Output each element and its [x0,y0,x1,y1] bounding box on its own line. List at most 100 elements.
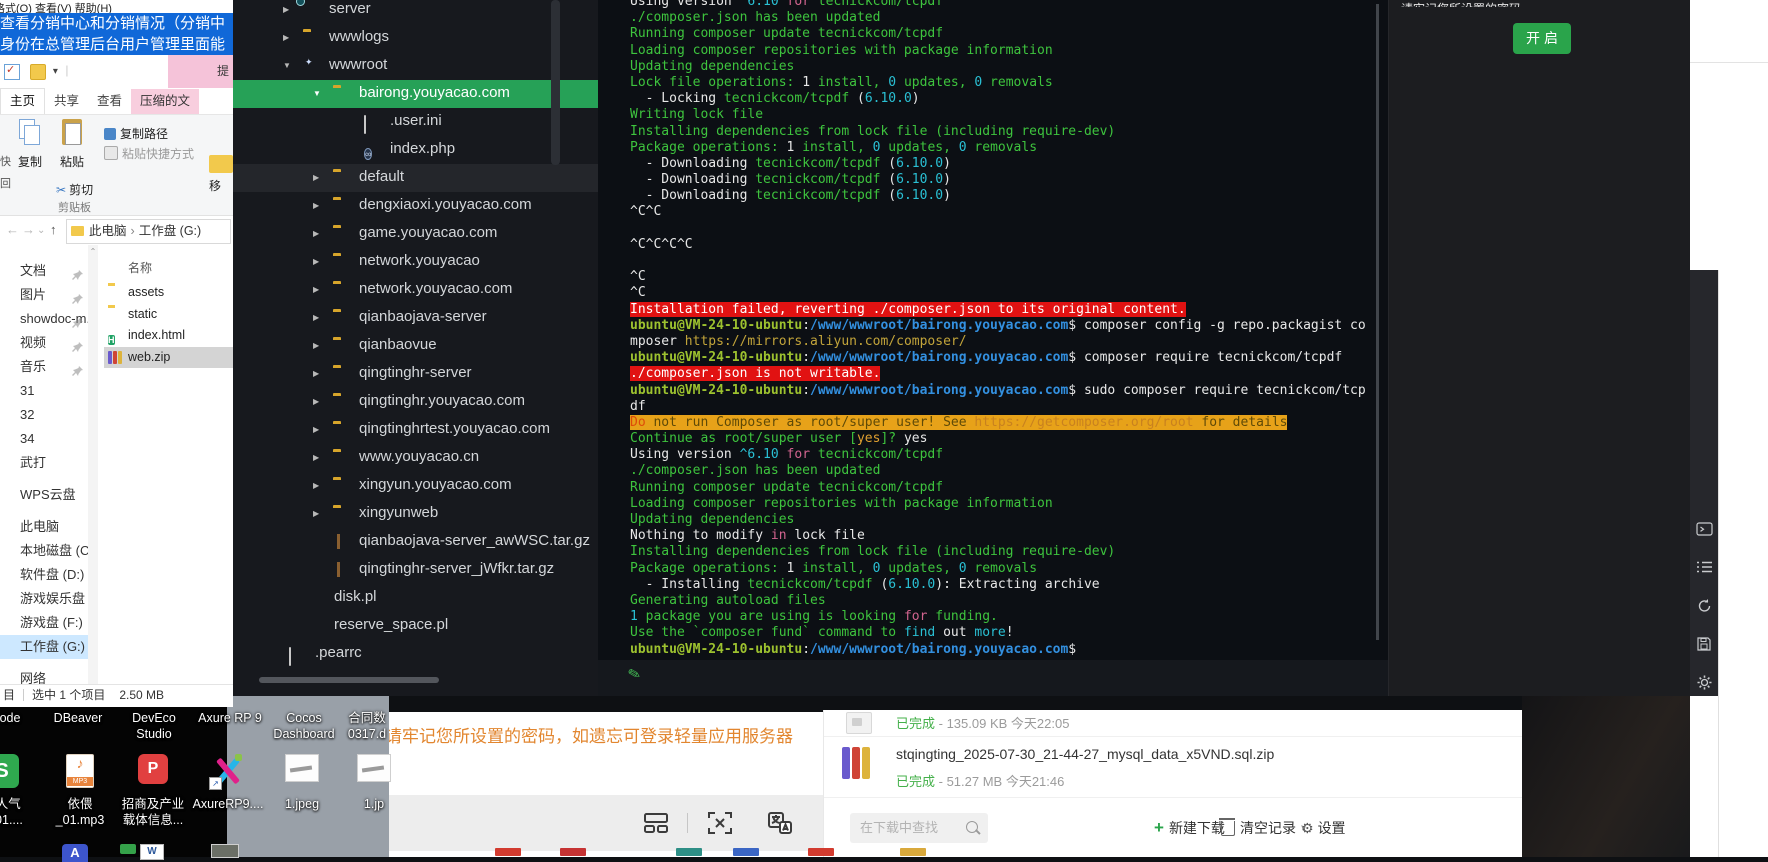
tree-item-reserve_space.pl[interactable]: reserve_space.pl [233,612,598,640]
tree-item-disk.pl[interactable]: disk.pl [233,584,598,612]
chevron-down-icon[interactable]: ▼ [283,61,291,70]
up-button[interactable]: ↑ [50,222,57,237]
desktop-icon-依偎 _01.mp3[interactable]: ♪ [66,754,94,788]
sidebar-item-软件盘 (D:)[interactable]: 软件盘 (D:) [0,563,88,587]
tree-item-dengxiaoxi.youyacao.com[interactable]: ▶dengxiaoxi.youyacao.com [233,192,598,220]
chevron-right-icon[interactable]: ▶ [313,397,319,406]
terminal-input-bar[interactable]: ✎ [598,660,1388,696]
tree-item-qingtinghr.youyacao.com[interactable]: ▶qingtinghr.youyacao.com [233,388,598,416]
tree-horizontal-scrollbar[interactable] [259,677,439,683]
paste-button[interactable]: 粘贴 [54,119,90,170]
copy-button[interactable]: 复制 [12,119,48,170]
sidebar-item-31[interactable]: 31 [0,379,88,403]
move-to-button[interactable]: 移 [209,155,233,194]
scroll-up-icon[interactable]: ⌃ [88,247,98,256]
recent-locations-icon[interactable]: ⌄ [37,225,45,236]
partial-desktop-icon[interactable]: W [140,844,164,860]
tab-共享[interactable]: 共享 [45,89,88,114]
chevron-right-icon[interactable]: ▶ [313,481,319,490]
tree-item-qianbaojava-server_awWSC.tar.gz[interactable]: qianbaojava-server_awWSC.tar.gz [233,528,598,556]
sidebar-item-showdoc-m...[interactable]: showdoc-m... [0,307,88,331]
navigation-scrollbar[interactable]: ⌃ [88,245,98,685]
breadcrumb-current[interactable]: 工作盘 (G:) [139,224,202,238]
partial-desktop-icon[interactable]: A [62,844,88,862]
tab-压缩的文[interactable]: 压缩的文 [131,89,199,114]
notepad-menubar[interactable]: 格式(O) 查看(V) 帮助(H) [0,0,233,13]
sidebar-item-WPS云盘[interactable]: WPS云盘 [0,483,88,507]
chevron-right-icon[interactable]: ▶ [283,5,289,14]
sidebar-item-此电脑[interactable]: 此电脑 [0,515,88,539]
tree-item-qianbaovue[interactable]: ▶qianbaovue [233,332,598,360]
copy-path-button[interactable]: 复制路径 [104,125,168,142]
tree-item-qianbaojava-server[interactable]: ▶qianbaojava-server [233,304,598,332]
tree-item-server[interactable]: ▶server [233,0,598,24]
sidebar-item-武打[interactable]: 武打 [0,451,88,475]
sidebar-item-34[interactable]: 34 [0,427,88,451]
tree-item-index.php[interactable]: index.php [233,136,598,164]
sidebar-item-文档[interactable]: 文档 [0,259,88,283]
file-row-static[interactable]: static [104,304,233,326]
tree-item-default[interactable]: ▶default [233,164,598,192]
partial-desktop-icon[interactable] [120,844,136,854]
desktop-icon-label[interactable]: AxureRP9.... [193,796,264,812]
desktop-icon-label[interactable]: Axure RP 9 [198,710,262,726]
desktop-icon-榜人气 0101....[interactable]: S [0,754,19,788]
tree-item-wwwlogs[interactable]: ▶wwwlogs [233,24,598,52]
desktop-icon-label[interactable]: Cocos Dashboard [273,710,334,742]
desktop-icon-label[interactable]: DBeaver [54,710,103,726]
tree-item-network.youyacao[interactable]: ▶network.youyacao [233,248,598,276]
breadcrumb-root[interactable]: 此电脑 [89,224,127,238]
desktop-icon-招商及产业 载体信息...[interactable]: P [138,754,168,784]
terminal-scrollbar[interactable] [1376,4,1379,640]
chevron-right-icon[interactable]: ▶ [313,285,319,294]
new-folder-icon[interactable] [30,64,46,80]
sidebar-item-网络[interactable]: 网络 [0,667,88,685]
tab-查看[interactable]: 查看 [88,89,131,114]
partial-desktop-icon[interactable] [211,844,239,858]
chevron-right-icon[interactable]: ▶ [313,341,319,350]
tree-item-xingyunweb[interactable]: ▶xingyunweb [233,500,598,528]
sidebar-item-图片[interactable]: 图片 [0,283,88,307]
sidebar-item-视频[interactable]: 视频 [0,331,88,355]
tree-item-game.youyacao.com[interactable]: ▶game.youyacao.com [233,220,598,248]
file-row-web.zip[interactable]: web.zip [104,347,233,369]
sidebar-item-游戏盘 (F:)[interactable]: 游戏盘 (F:) [0,611,88,635]
sidebar-item-本地磁盘 (C:)[interactable]: 本地磁盘 (C:) [0,539,88,563]
desktop-icon-1.jp[interactable] [357,754,391,782]
settings-icon[interactable] [1690,668,1718,698]
address-bar[interactable]: 此电脑›工作盘 (G:) [66,219,231,244]
chevron-right-icon[interactable]: ▶ [313,313,319,322]
sidebar-item-游戏娱乐盘 (E:)[interactable]: 游戏娱乐盘 (E:) [0,587,88,611]
tree-item-www.youyacao.cn[interactable]: ▶www.youyacao.cn [233,444,598,472]
sidebar-item-工作盘 (G:)[interactable]: 工作盘 (G:) [0,635,88,659]
chevron-right-icon[interactable]: ▶ [313,201,319,210]
tree-item-bairong.youyacao.com[interactable]: ▼bairong.youyacao.com [233,80,598,108]
chevron-right-icon[interactable]: ▶ [313,173,319,182]
desktop-icon-label[interactable]: ode [0,710,20,726]
terminal-icon[interactable] [1690,515,1718,545]
desktop-icon-AxureRP9....[interactable] [211,754,245,788]
desktop-icon-label[interactable]: DevEco Studio [132,710,176,742]
chevron-right-icon[interactable]: ▶ [283,33,289,42]
save-icon[interactable] [1690,630,1718,660]
tree-item-qingtinghr-server[interactable]: ▶qingtinghr-server [233,360,598,388]
cut-button[interactable]: ✂剪切 [56,181,93,198]
paste-shortcut-button[interactable]: 粘贴快捷方式 [104,145,194,162]
chevron-right-icon[interactable]: ▶ [313,509,319,518]
desktop-icon-label[interactable]: 1.jp [364,796,384,812]
tab-主页[interactable]: 主页 [0,88,45,114]
desktop-icon-label[interactable]: 1.jpeg [285,796,319,812]
tree-item-.user.ini[interactable]: .user.ini [233,108,598,136]
tree-item-xingyun.youyacao.com[interactable]: ▶xingyun.youyacao.com [233,472,598,500]
chevron-right-icon[interactable]: ▶ [313,453,319,462]
tree-item-.pearrc[interactable]: .pearrc [233,640,598,668]
desktop-icon-label[interactable]: 合同数 0317.d [348,710,386,742]
desktop-icon-label[interactable]: 依偎 _01.mp3 [56,796,105,828]
chevron-right-icon[interactable]: ▶ [313,425,319,434]
chevron-down-icon[interactable]: ▾ [53,66,58,77]
refresh-icon[interactable] [1690,592,1718,622]
back-button[interactable]: ← [6,222,19,237]
sidebar-item-32[interactable]: 32 [0,403,88,427]
sidebar-item-音乐[interactable]: 音乐 [0,355,88,379]
tree-item-network.youyacao.com[interactable]: ▶network.youyacao.com [233,276,598,304]
